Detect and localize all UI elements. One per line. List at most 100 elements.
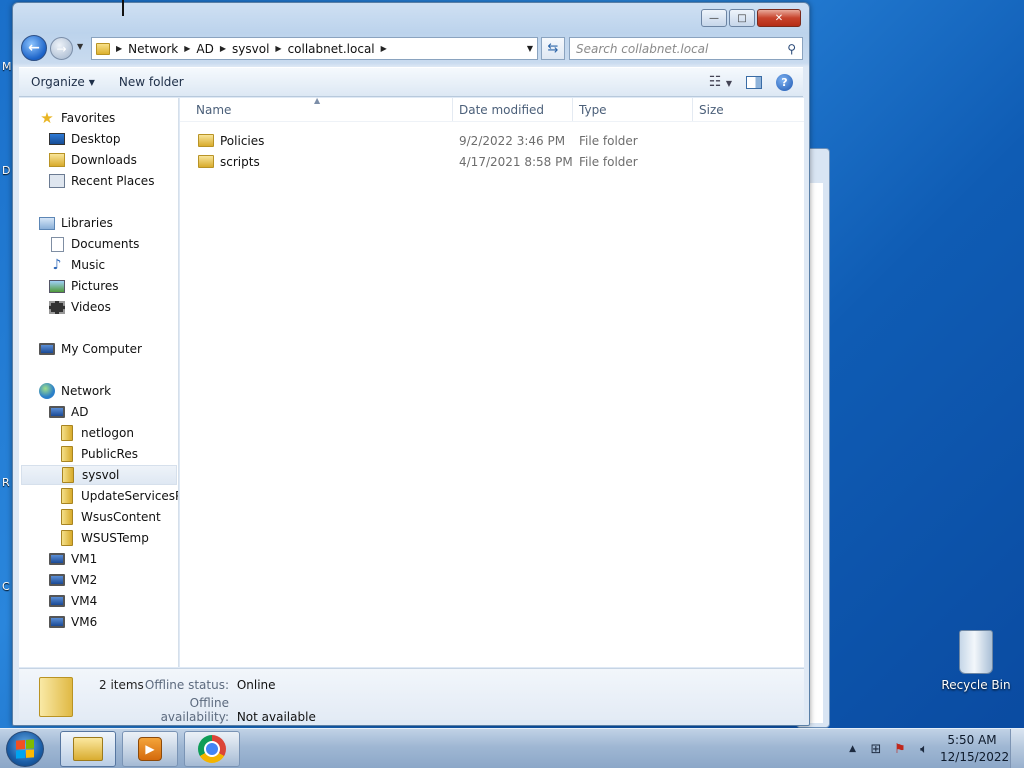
windows-logo-icon [16, 739, 34, 759]
sidebar-item-netlogon[interactable]: netlogon [59, 423, 134, 443]
address-dropdown-icon[interactable]: ▼ [527, 44, 533, 53]
sidebar-item-desktop[interactable]: Desktop [49, 129, 121, 149]
new-folder-button[interactable]: New folder [107, 75, 196, 89]
sidebar-item-recent-places[interactable]: Recent Places [49, 171, 154, 191]
desktop-icon [49, 131, 65, 147]
offline-status: Offline status: Online [129, 678, 276, 692]
search-icon[interactable]: ⚲ [787, 42, 796, 56]
breadcrumb-network[interactable]: Network [128, 42, 178, 56]
sidebar-item-vm2[interactable]: VM2 [49, 570, 97, 590]
sidebar-item-vm4[interactable]: VM4 [49, 591, 97, 611]
computer-icon [49, 572, 65, 588]
file-name: Policies [220, 133, 265, 148]
sidebar-item-label: VM1 [71, 552, 98, 566]
sidebar-item-publicres[interactable]: PublicRes [59, 444, 138, 464]
sidebar-item-vm1[interactable]: VM1 [49, 549, 97, 569]
sidebar-item-music[interactable]: ♪ Music [49, 255, 106, 275]
chevron-right-icon[interactable]: ▶ [275, 44, 281, 53]
show-hidden-icons-icon[interactable]: ▲ [849, 744, 856, 754]
chevron-right-icon[interactable]: ▶ [220, 44, 226, 53]
sidebar-item-videos[interactable]: Videos [49, 297, 111, 317]
clock-time: 5:50 AM [947, 733, 997, 747]
start-button[interactable] [6, 731, 44, 767]
shared-folder-icon [59, 446, 75, 462]
network-status-icon[interactable]: ⊞ [868, 741, 884, 757]
action-center-flag-icon[interactable]: ⚑ [892, 741, 908, 757]
sidebar-item-label: UpdateServicesPackages [81, 489, 178, 503]
sidebar-item-label: sysvol [82, 468, 120, 482]
network-icon [39, 383, 55, 399]
sidebar-item-label: Pictures [71, 279, 119, 293]
sidebar-libraries[interactable]: Libraries [39, 213, 113, 233]
desktop-icon-label-fragment: C [2, 580, 10, 593]
help-icon[interactable]: ? [776, 73, 793, 91]
volume-icon[interactable]: 🔈︎ [916, 741, 932, 757]
clock[interactable]: 5:50 AM 12/15/2022 [940, 732, 1009, 766]
shared-folder-icon [59, 530, 75, 546]
refresh-button[interactable]: ⇆ [541, 37, 565, 60]
column-header-name[interactable]: Name ▲ [180, 96, 453, 121]
sidebar-item-documents[interactable]: Documents [49, 234, 139, 254]
computer-icon [49, 593, 65, 609]
sidebar-favorites[interactable]: ★ Favorites [39, 108, 115, 128]
computer-icon [49, 614, 65, 630]
chevron-right-icon[interactable]: ▶ [116, 44, 122, 53]
offline-status-value: Online [236, 678, 276, 692]
desktop-icon-label-fragment: R [2, 476, 10, 489]
maximize-button[interactable]: □ [729, 9, 755, 27]
sidebar-item-label: Recent Places [71, 174, 155, 188]
sidebar-item-my-computer[interactable]: My Computer [39, 339, 142, 359]
sidebar-item-label: VM6 [71, 615, 98, 629]
table-row[interactable]: Policies 9/2/2022 3:46 PM File folder [180, 130, 780, 151]
recycle-bin-icon [959, 630, 993, 674]
sidebar-item-wsustemp[interactable]: WSUSTemp [59, 528, 149, 548]
sidebar-item-label: Libraries [61, 216, 113, 230]
search-box[interactable]: ⚲ [569, 37, 803, 60]
taskbar-media-player-button[interactable]: ▶ [122, 731, 178, 767]
sidebar-item-label: Videos [71, 300, 111, 314]
column-header-date-modified[interactable]: Date modified [453, 98, 573, 121]
folder-icon [198, 134, 214, 147]
recent-pages-dropdown-icon[interactable]: ▼ [77, 42, 83, 51]
star-icon: ★ [40, 109, 54, 127]
sort-ascending-icon: ▲ [314, 96, 321, 105]
address-bar[interactable]: ▶ Network ▶ AD ▶ sysvol ▶ collabnet.loca… [91, 37, 538, 60]
forward-button[interactable]: → [50, 37, 73, 60]
chevron-down-icon: ▼ [88, 77, 95, 87]
chevron-right-icon[interactable]: ▶ [381, 44, 387, 53]
sidebar-item-wsuscontent[interactable]: WsusContent [59, 507, 161, 527]
show-desktop-button[interactable] [1010, 729, 1024, 768]
preview-pane-icon[interactable] [746, 75, 762, 89]
sidebar-item-sysvol[interactable]: sysvol [21, 465, 177, 485]
desktop-recycle-bin[interactable]: Recycle Bin [940, 630, 1012, 692]
sidebar-item-pictures[interactable]: Pictures [49, 276, 119, 296]
chevron-right-icon[interactable]: ▶ [184, 44, 190, 53]
breadcrumb-collabnet[interactable]: collabnet.local [288, 42, 375, 56]
sidebar-item-downloads[interactable]: Downloads [49, 150, 137, 170]
change-view-icon[interactable]: ☷ ▼ [709, 74, 732, 90]
file-name: scripts [220, 154, 260, 169]
taskbar-explorer-button[interactable] [60, 731, 116, 767]
breadcrumb-ad[interactable]: AD [196, 42, 213, 56]
explorer-icon [73, 737, 103, 761]
music-icon: ♪ [52, 257, 62, 273]
minimize-button[interactable]: — [701, 9, 727, 27]
organize-button[interactable]: Organize ▼ [19, 75, 107, 89]
sidebar-item-vm6[interactable]: VM6 [49, 612, 97, 632]
taskbar-chrome-button[interactable] [184, 731, 240, 767]
sidebar-item-updateservicespackages[interactable]: UpdateServicesPackages [59, 486, 178, 506]
column-header-type[interactable]: Type [573, 98, 693, 121]
background-window-pane [809, 183, 823, 723]
search-input[interactable] [576, 41, 776, 56]
sidebar-item-label: netlogon [81, 426, 134, 440]
back-button[interactable]: ← [21, 35, 47, 61]
sidebar-item-label: VM4 [71, 594, 98, 608]
sidebar-item-network[interactable]: Network [39, 381, 111, 401]
details-pane: 2 items Offline status: Online Offline a… [19, 668, 804, 724]
breadcrumb-sysvol[interactable]: sysvol [232, 42, 269, 56]
table-row[interactable]: scripts 4/17/2021 8:58 PM File folder [180, 151, 780, 172]
offline-status-label: Offline status: [144, 678, 229, 692]
column-header-size[interactable]: Size [693, 98, 773, 121]
close-button[interactable]: ✕ [757, 9, 801, 27]
sidebar-item-ad[interactable]: AD [49, 402, 88, 422]
